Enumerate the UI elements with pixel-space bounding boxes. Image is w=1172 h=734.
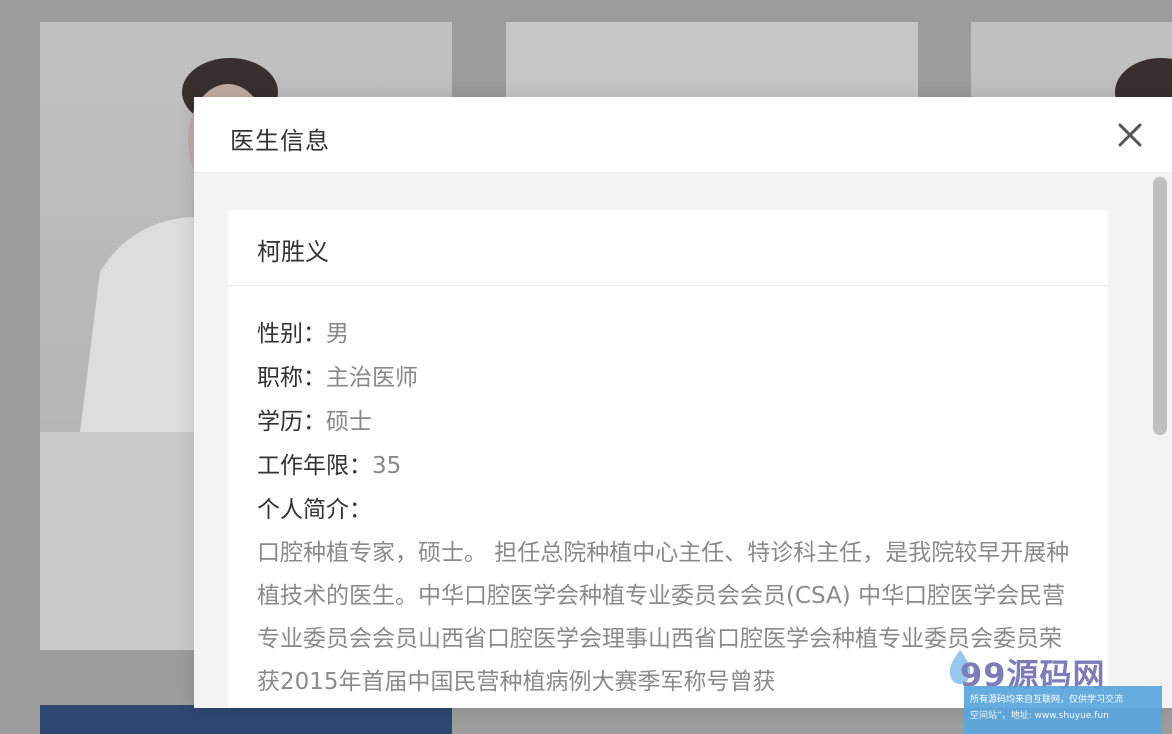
watermark-line-2: 空间站”，地址: www.shuyue.fun — [970, 711, 1109, 721]
doctor-details: 性别：男 职称：主治医师 学历：硕士 工作年限：35 个人简介： 口腔种植专家，… — [228, 286, 1108, 704]
scrollbar-thumb[interactable] — [1153, 177, 1167, 435]
dialog-title: 医生信息 — [230, 127, 330, 155]
close-icon — [1118, 123, 1142, 147]
doctor-info-card-header: 柯胜义 — [228, 210, 1108, 286]
close-button[interactable] — [1116, 121, 1144, 149]
experience-value: 35 — [372, 453, 402, 479]
education-value: 硕士 — [326, 409, 372, 435]
education-row: 学历：硕士 — [257, 400, 1079, 444]
intro-label: 个人简介： — [257, 497, 372, 523]
experience-row: 工作年限：35 — [257, 444, 1079, 488]
gender-value: 男 — [326, 321, 349, 347]
watermark-bar: 所有源码均来自互联网，仅供学习交流 空间站”，地址: www.shuyue.fu… — [964, 686, 1162, 734]
title-label: 职称： — [257, 365, 326, 391]
doctor-name: 柯胜义 — [257, 238, 329, 266]
title-row: 职称：主治医师 — [257, 356, 1079, 400]
gender-label: 性别： — [257, 321, 326, 347]
doctor-info-dialog: 医生信息 柯胜义 性别：男 职称：主治医师 学历：硕士 工作年限：35 个人简介… — [194, 97, 1172, 708]
education-label: 学历： — [257, 409, 326, 435]
doctor-info-card: 柯胜义 性别：男 职称：主治医师 学历：硕士 工作年限：35 个人简介： 口腔种… — [228, 210, 1108, 708]
watermark-line-1: 所有源码均来自互联网，仅供学习交流 — [970, 695, 1124, 705]
title-value: 主治医师 — [326, 365, 418, 391]
dialog-header: 医生信息 — [194, 97, 1172, 173]
gender-row: 性别：男 — [257, 312, 1079, 356]
experience-label: 工作年限： — [257, 453, 372, 479]
